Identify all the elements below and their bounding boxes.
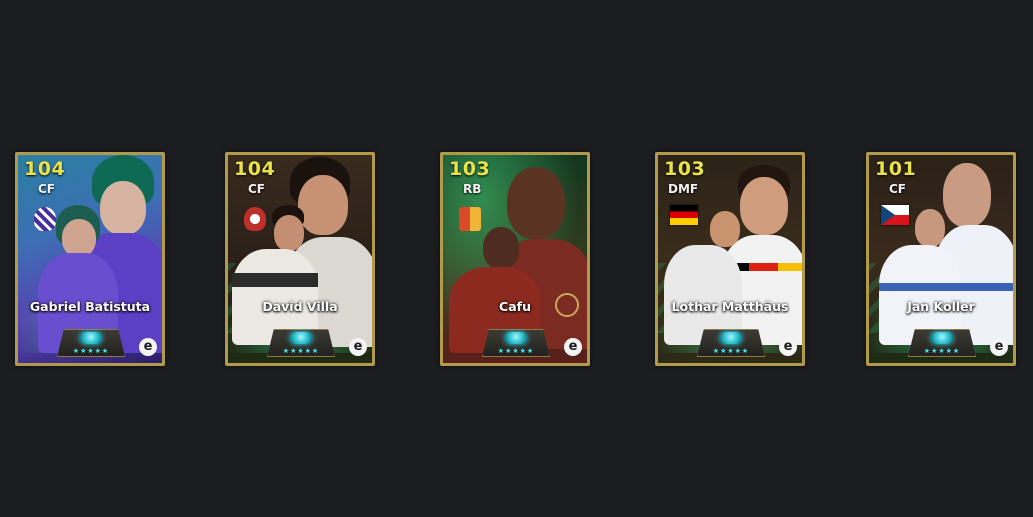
card-stars: ★★★★★ <box>923 347 961 355</box>
player-card-koller[interactable]: 101 CF Jan Koller ★★★★★ e <box>866 152 1016 366</box>
player-card-villa[interactable]: 104 CF David Villa ★★★★★ e <box>225 152 375 366</box>
card-skill-plate: ★★★★★ <box>57 329 125 357</box>
gem-icon <box>931 332 953 344</box>
card-stars: ★★★★★ <box>497 347 535 355</box>
germany-flag <box>670 205 698 225</box>
gem-icon <box>505 332 527 344</box>
efootball-logo-icon: e <box>349 338 367 356</box>
card-position: CF <box>889 182 907 196</box>
card-player-name: Lothar Matthäus <box>671 299 789 314</box>
card-position: CF <box>248 182 266 196</box>
card-player-name: David Villa <box>262 299 338 314</box>
czech-flag <box>881 205 909 225</box>
card-player-name: Cafu <box>499 299 531 314</box>
gem-icon <box>290 332 312 344</box>
gem-icon <box>80 332 102 344</box>
card-stars: ★★★★★ <box>712 347 750 355</box>
card-rating: 101 <box>875 158 917 180</box>
card-rating: 103 <box>449 158 491 180</box>
card-rating: 104 <box>24 158 66 180</box>
efootball-logo-icon: e <box>779 338 797 356</box>
card-position: CF <box>38 182 56 196</box>
card-rating: 103 <box>664 158 706 180</box>
efootball-logo-icon: e <box>139 338 157 356</box>
card-rating: 104 <box>234 158 276 180</box>
efootball-logo-icon: e <box>990 338 1008 356</box>
club-crest-badge <box>244 207 266 231</box>
card-skill-plate: ★★★★★ <box>267 329 335 357</box>
card-skill-plate: ★★★★★ <box>482 329 550 357</box>
card-skill-plate: ★★★★★ <box>908 329 976 357</box>
card-skill-plate: ★★★★★ <box>697 329 765 357</box>
card-stars: ★★★★★ <box>72 347 110 355</box>
card-stars: ★★★★★ <box>282 347 320 355</box>
gem-icon <box>720 332 742 344</box>
card-player-name: Jan Koller <box>907 299 975 314</box>
efootball-logo-icon: e <box>564 338 582 356</box>
fiorentina-club-badge <box>34 207 56 231</box>
card-position: DMF <box>668 182 699 196</box>
card-player-name: Gabriel Batistuta <box>29 299 151 314</box>
card-position: RB <box>463 182 482 196</box>
player-card-cafu[interactable]: 103 RB Cafu ★★★★★ e <box>440 152 590 366</box>
club-crest-badge <box>459 207 481 231</box>
player-card-batistuta[interactable]: 104 CF Gabriel Batistuta ★★★★★ e <box>15 152 165 366</box>
player-card-matthaus[interactable]: 103 DMF Lothar Matthäus ★★★★★ e <box>655 152 805 366</box>
